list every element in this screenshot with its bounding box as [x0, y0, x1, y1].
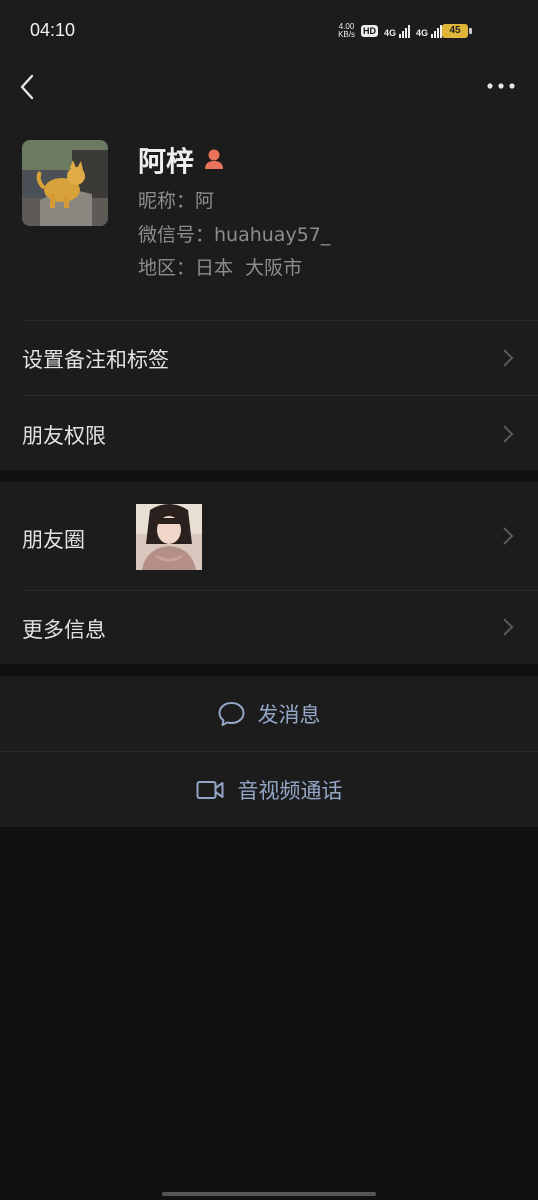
status-bar: 04:10 4.00 KB/s HD 4G 4G 45 — [0, 0, 538, 62]
moments-photo — [136, 504, 202, 570]
chevron-right-icon — [503, 527, 514, 545]
send-message-content: 发消息 — [218, 699, 321, 729]
send-message-label: 发消息 — [257, 702, 321, 727]
more-info-row[interactable]: 更多信息 — [0, 590, 538, 664]
info-group: 朋友圈 更多信息 — [0, 482, 538, 664]
status-time: 04:10 — [30, 20, 76, 40]
status-indicators: 4.00 KB/s HD 4G 4G — [338, 22, 442, 40]
remark-tags-label: 设置备注和标签 — [22, 348, 169, 372]
network-speed-unit: KB/s — [338, 30, 355, 39]
video-camera-icon — [196, 780, 224, 799]
chevron-right-icon — [503, 425, 514, 443]
region-text: 地区：日本 大阪市 — [138, 257, 303, 279]
chevron-right-icon — [503, 618, 514, 636]
sim2-label: 4G — [415, 27, 428, 38]
home-indicator[interactable] — [162, 1192, 376, 1196]
profile-header: 阿梓 昵称：阿 微信号：huahuay57_ 地区：日本 大阪市 — [0, 112, 538, 320]
settings-group: 设置备注和标签 朋友权限 — [0, 320, 538, 470]
moments-thumbnail[interactable] — [136, 504, 202, 570]
moments-row[interactable]: 朋友圈 — [0, 482, 538, 590]
avatar[interactable] — [22, 140, 108, 226]
battery-tip — [469, 28, 472, 34]
more-info-label: 更多信息 — [22, 618, 106, 642]
moments-label: 朋友圈 — [22, 528, 85, 552]
remark-name: 阿梓 — [138, 145, 195, 178]
battery-icon: 45 — [442, 24, 468, 38]
nickname-text: 昵称：阿 — [138, 190, 215, 212]
back-arrow-icon — [20, 74, 34, 100]
chat-bubble-icon — [218, 701, 245, 726]
friend-permissions-row[interactable]: 朋友权限 — [0, 396, 538, 472]
top-navigation — [0, 62, 538, 112]
friend-permissions-label: 朋友权限 — [22, 424, 106, 448]
avatar-image — [22, 140, 108, 226]
network-speed: 4.00 KB/s — [338, 23, 355, 39]
signal-sim2-icon: 4G — [415, 24, 442, 38]
signal-sim1-icon: 4G — [383, 24, 410, 38]
av-call-label: 音视频通话 — [237, 778, 343, 803]
send-message-button[interactable]: 发消息 — [0, 676, 538, 751]
more-options-button[interactable] — [486, 78, 516, 94]
av-call-content: 音视频通话 — [196, 775, 343, 805]
back-button[interactable] — [14, 70, 44, 104]
av-call-button[interactable]: 音视频通话 — [0, 752, 538, 827]
contact-person-icon — [204, 148, 224, 170]
wechat-id-text: 微信号：huahuay57_ — [138, 224, 331, 246]
hd-icon: HD — [360, 25, 378, 37]
chevron-right-icon — [503, 349, 514, 367]
sim1-label: 4G — [383, 27, 396, 38]
remark-tags-row[interactable]: 设置备注和标签 — [0, 320, 538, 396]
more-dots-icon — [487, 83, 515, 89]
